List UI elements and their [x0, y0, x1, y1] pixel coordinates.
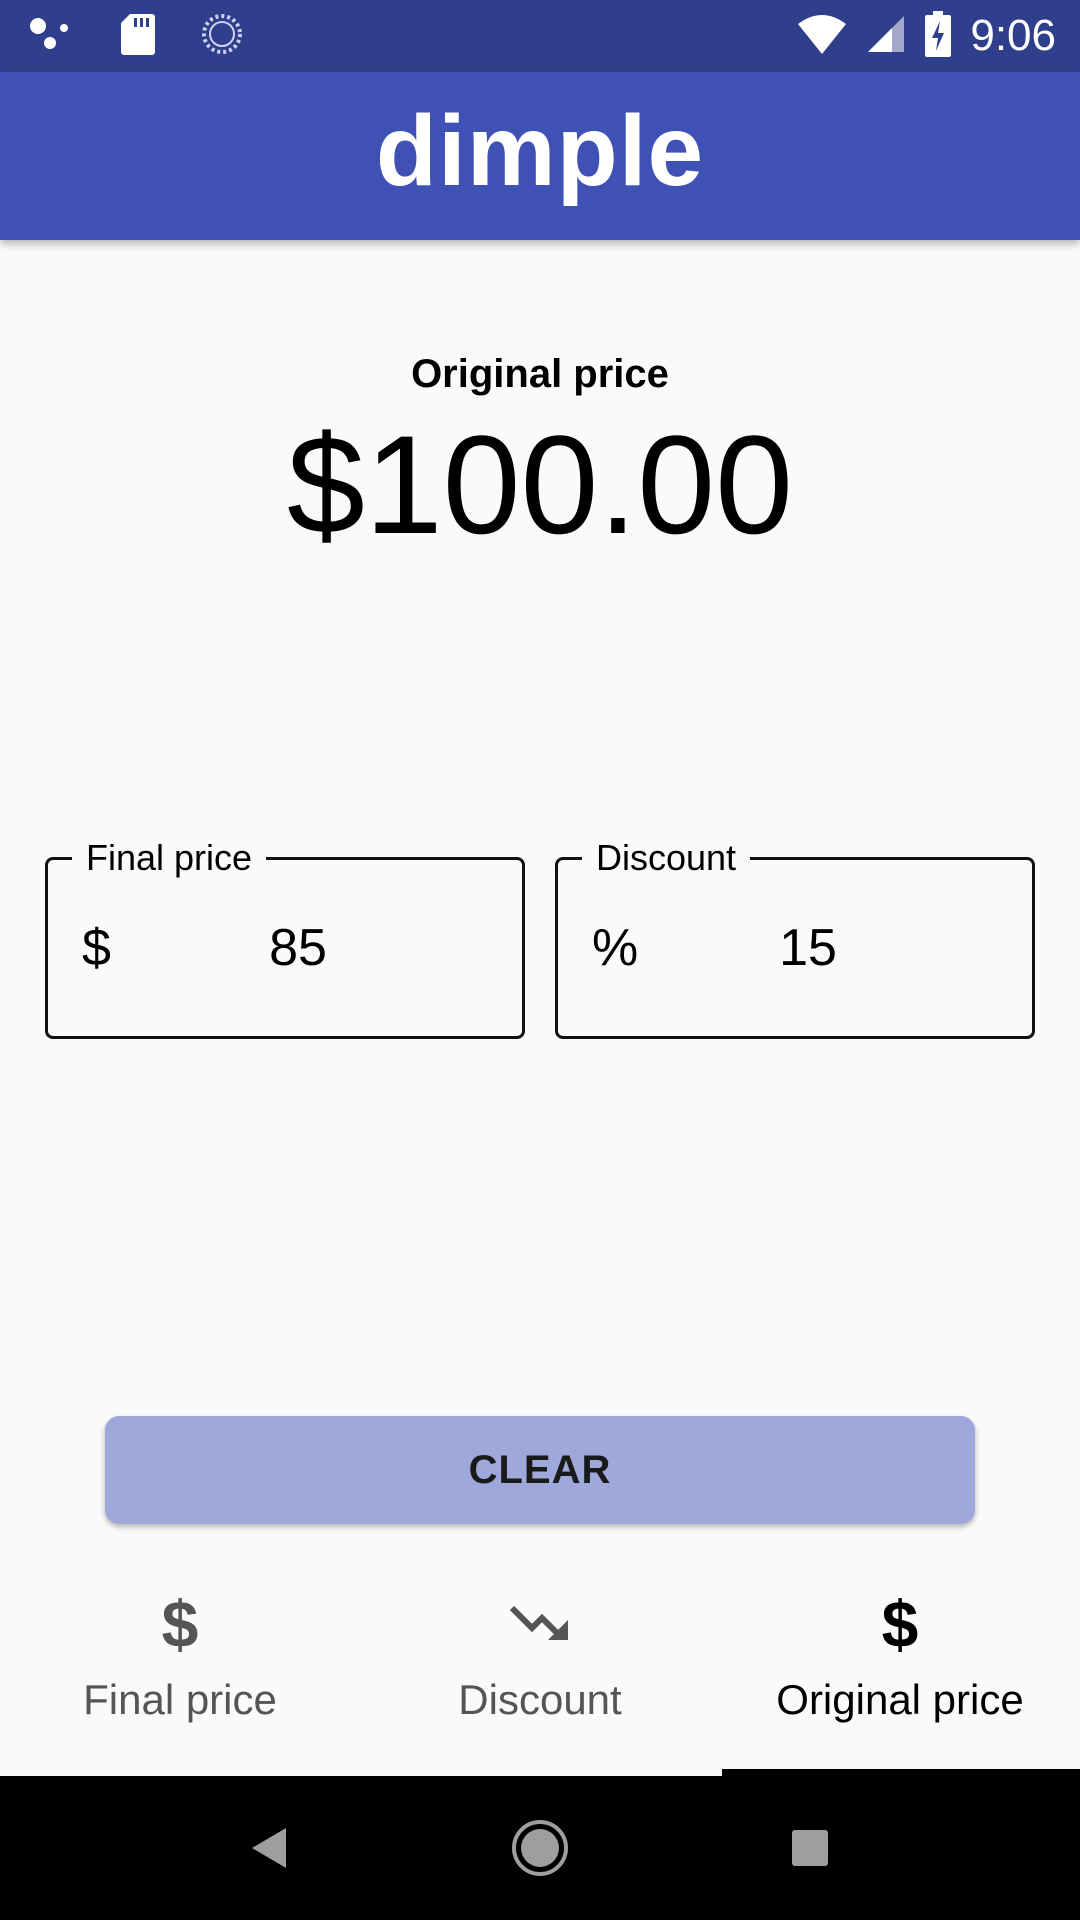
discount-field[interactable]: Discount %	[555, 838, 1035, 1039]
signal-icon	[866, 14, 906, 59]
wifi-icon	[796, 14, 848, 59]
dollar-prefix: $	[82, 919, 111, 977]
tab-final-price-label: Final price	[83, 1676, 277, 1723]
status-time: 9:06	[970, 11, 1056, 60]
tab-final-price[interactable]: $ Final price	[0, 1540, 360, 1776]
sync-spinner-icon	[200, 12, 244, 61]
tab-original-price[interactable]: $ Original price	[720, 1540, 1080, 1776]
system-navigation-bar	[0, 1776, 1080, 1920]
status-bar-left	[28, 0, 244, 72]
final-price-field-label: Final price	[72, 838, 267, 878]
result-label: Original price	[411, 352, 669, 396]
final-price-input[interactable]	[148, 918, 448, 978]
sd-card-icon	[120, 12, 156, 61]
percent-prefix: %	[592, 919, 639, 977]
tab-discount[interactable]: Discount	[360, 1540, 720, 1776]
home-icon[interactable]	[506, 1814, 574, 1882]
status-bar: 9:06	[0, 0, 1080, 72]
discount-input[interactable]	[658, 918, 958, 978]
app-title: dimple	[375, 94, 705, 207]
tab-discount-label: Discount	[458, 1676, 622, 1723]
result-value: $100.00	[286, 406, 794, 563]
dollar-icon: $	[881, 1587, 919, 1661]
battery-charging-icon	[924, 10, 952, 62]
app-bar: dimple	[0, 72, 1080, 240]
dollar-icon: $	[161, 1587, 199, 1661]
tab-original-price-label: Original price	[776, 1676, 1024, 1723]
clear-button[interactable]: CLEAR	[105, 1416, 975, 1524]
assistant-dots-icon	[28, 14, 76, 59]
back-icon[interactable]	[236, 1814, 304, 1882]
status-bar-right: 9:06	[796, 0, 1056, 72]
final-price-field[interactable]: Final price $	[45, 838, 525, 1039]
bottom-navigation: $ Final price Discount $ Original price	[0, 1540, 1080, 1776]
discount-field-label: Discount	[582, 838, 751, 878]
recents-icon[interactable]	[776, 1814, 844, 1882]
trending-down-icon	[508, 1582, 572, 1666]
active-tab-indicator	[722, 1769, 1080, 1776]
